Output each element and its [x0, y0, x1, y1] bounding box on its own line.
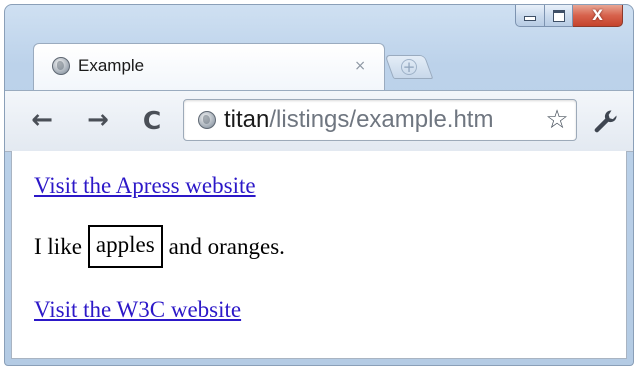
window-caption-buttons: X — [515, 5, 623, 27]
sentence: I like apples and oranges. — [34, 225, 285, 268]
plus-icon: + — [401, 57, 417, 76]
apress-link[interactable]: Visit the Apress website — [34, 173, 256, 198]
reload-button[interactable]: C — [137, 105, 167, 135]
close-icon: X — [592, 7, 603, 24]
w3c-link[interactable]: Visit the W3C website — [34, 297, 241, 322]
url-text[interactable]: titan/listings/example.htm — [224, 106, 542, 134]
address-bar[interactable]: titan/listings/example.htm ☆ — [183, 99, 577, 141]
bookmark-star-icon[interactable]: ☆ — [542, 105, 572, 135]
tab-example[interactable]: Example × — [33, 43, 385, 91]
url-path: /listings/example.htm — [269, 106, 494, 133]
browser-window: X Example × + ← → C titan/listings/examp… — [4, 4, 634, 366]
toolbar: ← → C titan/listings/example.htm ☆ — [5, 90, 633, 152]
minimize-icon — [524, 16, 536, 21]
maximize-button[interactable] — [545, 5, 573, 27]
boxed-word: apples — [87, 225, 163, 268]
close-window-button[interactable]: X — [573, 5, 623, 27]
forward-button[interactable]: → — [83, 105, 113, 135]
globe-icon — [198, 111, 216, 129]
tab-title: Example — [78, 56, 145, 75]
tab-close-button[interactable]: × — [354, 58, 366, 74]
minimize-button[interactable] — [515, 5, 545, 27]
page-content: Visit the Apress website I like apples a… — [11, 151, 627, 359]
back-button[interactable]: ← — [27, 105, 57, 135]
url-host: titan — [224, 106, 270, 133]
sentence-end: and oranges. — [168, 233, 285, 259]
maximize-icon — [552, 9, 565, 22]
sentence-start: I like — [34, 233, 82, 259]
wrench-icon[interactable] — [589, 105, 621, 137]
new-tab-button[interactable]: + — [384, 55, 434, 79]
globe-icon — [52, 57, 70, 75]
